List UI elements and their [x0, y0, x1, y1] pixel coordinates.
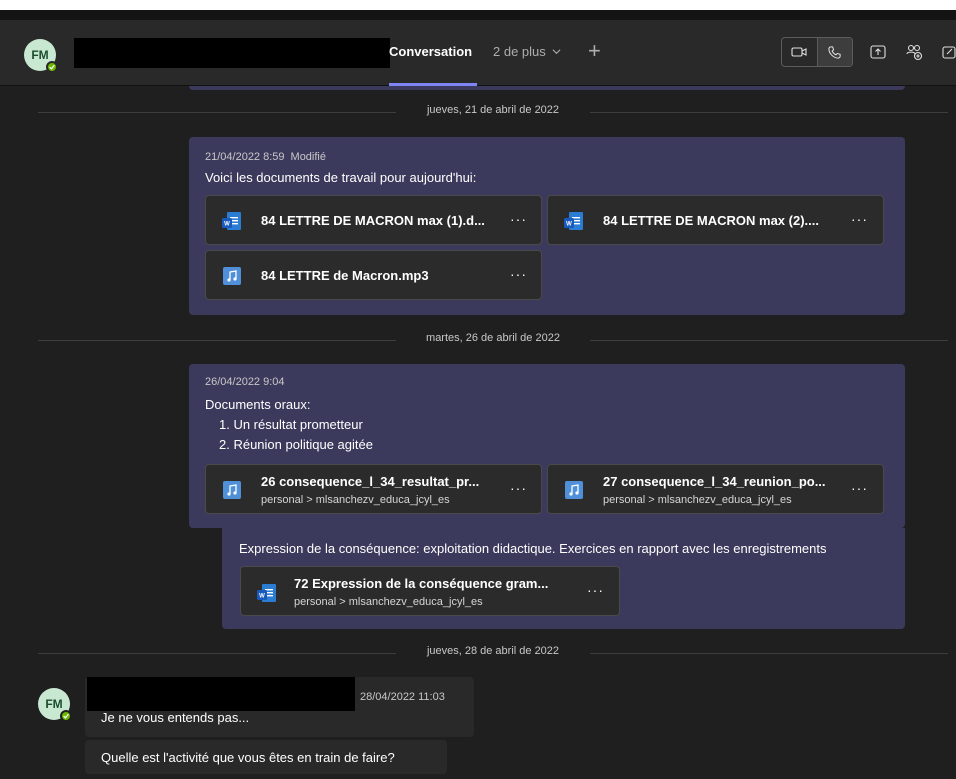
file-name: 27 consequence_l_34_reunion_po... — [603, 474, 826, 489]
more-options-button[interactable]: ··· — [851, 211, 868, 227]
window-top-strip — [0, 0, 956, 10]
contact-name-redacted — [74, 38, 390, 68]
file-attachment[interactable]: 84 LETTRE de Macron.mp3 ··· — [205, 250, 542, 300]
file-name: 84 LETTRE DE MACRON max (2).... — [603, 213, 819, 228]
chevron-down-icon — [552, 49, 561, 55]
contact-avatar[interactable]: FM — [24, 39, 58, 73]
audio-file-icon — [223, 267, 241, 285]
share-screen-button[interactable] — [868, 42, 888, 62]
divider-line — [38, 653, 396, 654]
more-options-button[interactable]: ··· — [587, 582, 604, 598]
audio-call-button[interactable] — [816, 38, 852, 66]
date-divider: jueves, 28 de abril de 2022 — [38, 645, 948, 661]
divider-line — [38, 112, 396, 113]
video-call-button[interactable] — [782, 38, 817, 66]
own-message-followup[interactable]: Expression de la conséquence: exploitati… — [222, 528, 905, 629]
pop-out-button[interactable] — [940, 42, 956, 62]
tab-more-label: 2 de plus — [493, 44, 546, 59]
svg-text:W: W — [566, 222, 572, 228]
call-buttons — [781, 37, 853, 67]
more-options-button[interactable]: ··· — [510, 480, 527, 496]
date-divider-label: jueves, 28 de abril de 2022 — [426, 645, 560, 657]
more-options-button[interactable]: ··· — [510, 211, 527, 227]
share-screen-icon — [870, 45, 886, 59]
audio-file-icon — [565, 481, 583, 499]
sender-avatar[interactable]: FM — [38, 688, 72, 722]
sender-name-redacted — [87, 677, 355, 711]
tab-conversation[interactable]: Conversation — [389, 44, 472, 59]
incoming-message[interactable]: 28/04/2022 11:03 Je ne vous entends pas.… — [85, 677, 474, 737]
file-attachment[interactable]: W 84 LETTRE DE MACRON max (2).... ··· — [547, 195, 884, 245]
file-name: 84 LETTRE de Macron.mp3 — [261, 268, 429, 283]
file-path: personal > mlsanchezv_educa_jcyl_es — [294, 596, 483, 608]
file-name: 72 Expression de la conséquence gram... — [294, 576, 549, 591]
file-path: personal > mlsanchezv_educa_jcyl_es — [603, 494, 792, 506]
more-options-button[interactable]: ··· — [510, 266, 527, 282]
add-tab-button[interactable]: + — [588, 38, 601, 64]
list-item: 1. Un résultat prometteur — [219, 417, 363, 432]
edited-label: Modifié — [290, 151, 326, 163]
divider-line — [590, 112, 948, 113]
incoming-message[interactable]: Quelle est l'activité que vous êtes en t… — [85, 740, 447, 774]
message-text: Expression de la conséquence: exploitati… — [239, 541, 827, 556]
more-options-button[interactable]: ··· — [851, 480, 868, 496]
message-meta: 21/04/2022 8:59 Modifié — [205, 151, 326, 163]
own-message[interactable]: 21/04/2022 8:59 Modifié Voici les documen… — [189, 137, 905, 315]
divider-line — [590, 340, 948, 341]
chat-header: FM Conversation 2 de plus + — [0, 20, 956, 86]
divider-line — [38, 340, 396, 341]
file-attachment[interactable]: W 84 LETTRE DE MACRON max (1).d... ··· — [205, 195, 542, 245]
previous-message-edge — [189, 86, 905, 90]
date-divider: martes, 26 de abril de 2022 — [38, 332, 948, 348]
message-text: Voici les documents de travail pour aujo… — [205, 170, 477, 185]
own-message[interactable]: 26/04/2022 9:04 Documents oraux: 1. Un r… — [189, 364, 905, 528]
message-timestamp: 21/04/2022 8:59 — [205, 151, 285, 163]
date-divider: jueves, 21 de abril de 2022 — [38, 104, 948, 120]
message-text: Quelle est l'activité que vous êtes en t… — [101, 750, 395, 765]
message-text: Je ne vous entends pas... — [101, 710, 250, 725]
phone-icon — [828, 45, 842, 59]
file-name: 26 consequence_l_34_resultat_pr... — [261, 474, 480, 489]
message-timestamp: 28/04/2022 11:03 — [360, 691, 445, 703]
file-attachment[interactable]: 27 consequence_l_34_reunion_po... person… — [547, 464, 884, 514]
date-divider-label: jueves, 21 de abril de 2022 — [426, 104, 560, 116]
tab-more-dropdown[interactable]: 2 de plus — [493, 44, 561, 59]
avatar-initials: FM — [31, 48, 49, 62]
add-people-icon — [906, 44, 923, 61]
avatar-initials: FM — [45, 697, 63, 711]
word-doc-icon: W — [222, 212, 241, 230]
list-item: 2. Réunion politique agitée — [219, 437, 373, 452]
file-path: personal > mlsanchezv_educa_jcyl_es — [261, 494, 450, 506]
title-bar — [0, 10, 956, 20]
file-name: 84 LETTRE DE MACRON max (1).d... — [261, 213, 485, 228]
file-attachment[interactable]: 26 consequence_l_34_resultat_pr... perso… — [205, 464, 542, 514]
file-attachment[interactable]: W 72 Expression de la conséquence gram..… — [240, 566, 620, 616]
svg-text:W: W — [259, 594, 265, 600]
divider-line — [590, 653, 948, 654]
presence-available-icon — [60, 710, 72, 722]
message-timestamp: 26/04/2022 9:04 — [205, 376, 285, 388]
presence-available-icon — [46, 61, 58, 73]
message-text: Documents oraux: — [205, 397, 311, 412]
word-doc-icon: W — [564, 212, 583, 230]
video-camera-icon — [791, 47, 808, 57]
date-divider-label: martes, 26 de abril de 2022 — [426, 332, 560, 344]
add-people-button[interactable] — [904, 42, 924, 62]
pop-out-icon — [942, 46, 956, 59]
audio-file-icon — [223, 481, 241, 499]
word-doc-icon: W — [257, 584, 276, 602]
svg-text:W: W — [224, 222, 230, 228]
